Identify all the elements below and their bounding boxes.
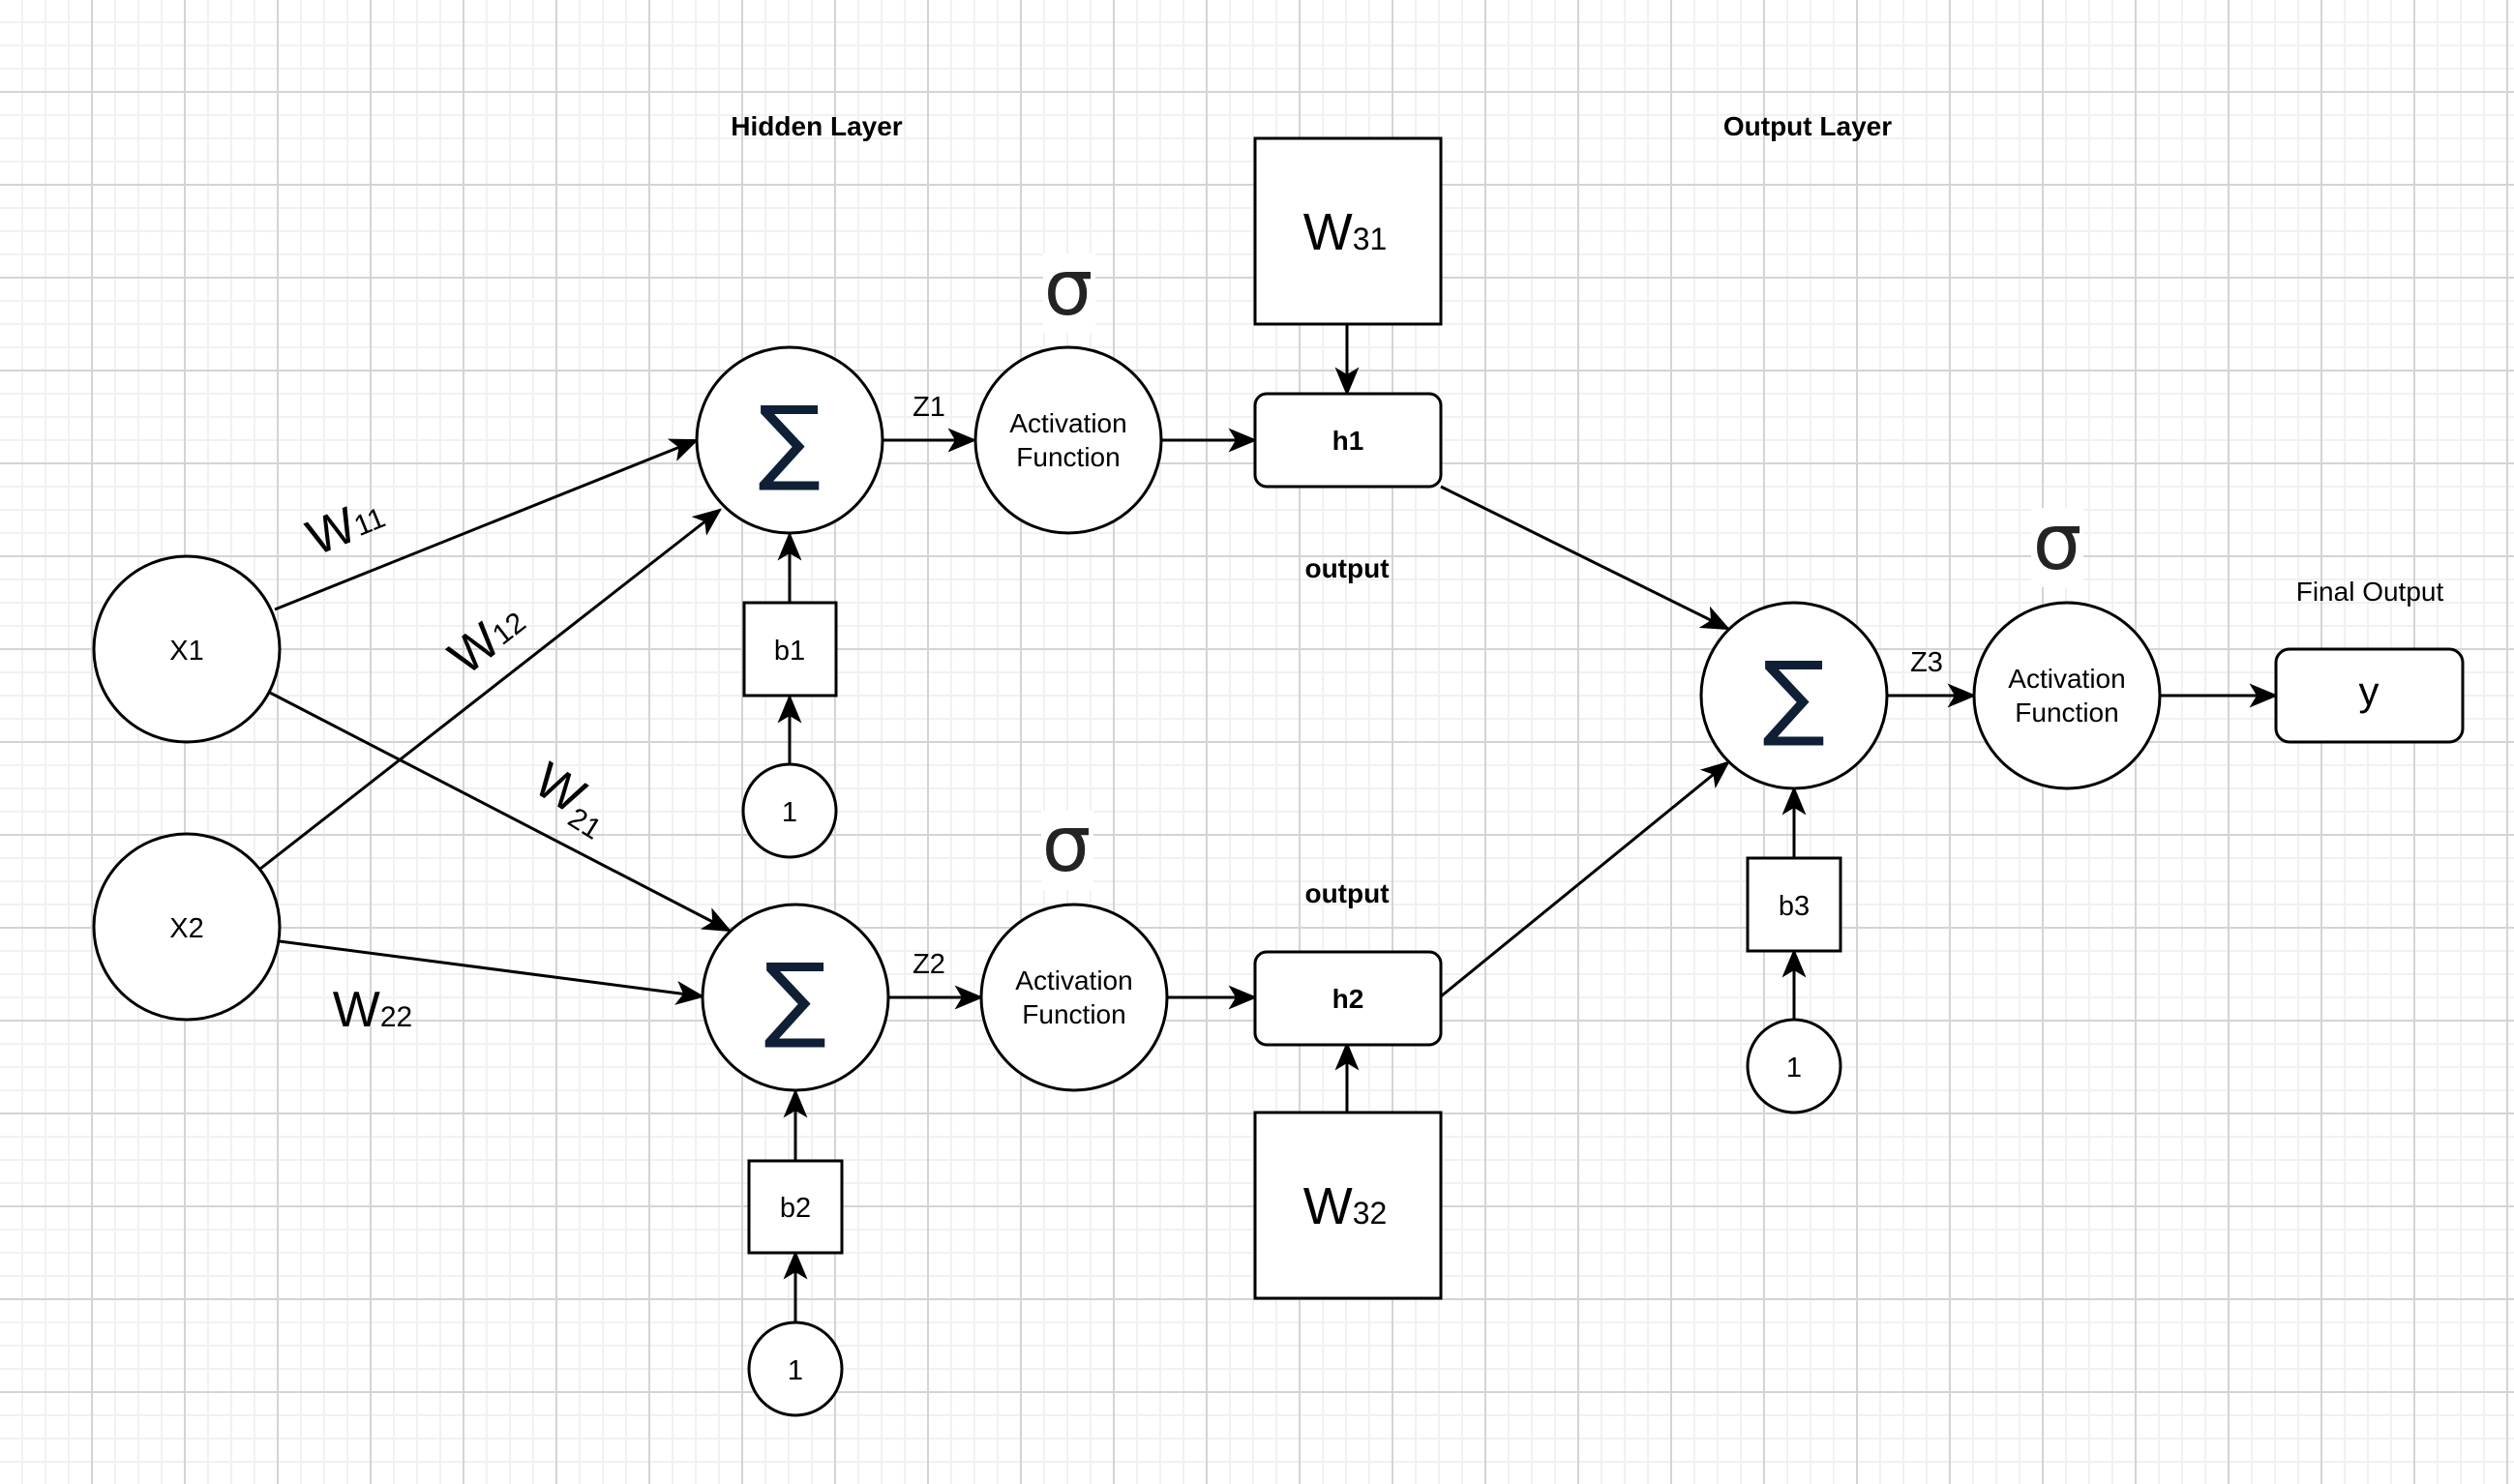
- edge-h2-sum3[interactable]: [1440, 760, 1730, 998]
- hidden-output-label-h1: h1: [1332, 426, 1364, 456]
- z1-label: Z1: [913, 392, 945, 423]
- activation-label-line1: Activation: [1015, 965, 1132, 995]
- bias-box-b1[interactable]: b1: [742, 601, 838, 697]
- z2-label: Z2: [913, 949, 945, 980]
- hidden-output-h1[interactable]: h1: [1253, 392, 1443, 489]
- output-weight-box-w32[interactable]: W32: [1253, 1111, 1443, 1300]
- activation-label-line2: Function: [1022, 999, 1125, 1029]
- activation-function-node-3[interactable]: Activation Function: [1972, 601, 2162, 790]
- z3-label: Z3: [1910, 647, 1943, 678]
- bias-input-node-1[interactable]: 1: [741, 762, 838, 859]
- svg-text:W22: W22: [333, 982, 412, 1038]
- svg-text:W11: W11: [299, 486, 392, 567]
- sigma-label-2: σ: [1041, 799, 1093, 890]
- bias-box-b3[interactable]: b3: [1746, 856, 1842, 953]
- output-layer-title: Output Layer: [1723, 111, 1892, 141]
- edge-x2-sum1[interactable]: [259, 508, 722, 871]
- bias-box-b2[interactable]: b2: [747, 1159, 844, 1255]
- sigma-icon: σ: [2033, 497, 2082, 587]
- bias-input-label: 1: [788, 1355, 803, 1386]
- final-output-title: Final Output: [2296, 577, 2444, 607]
- bias-label-b3: b3: [1779, 891, 1810, 922]
- activation-function-node-2[interactable]: Activation Function: [979, 903, 1169, 1092]
- input-label-x1: X1: [169, 636, 203, 667]
- bias-input-label: 1: [1786, 1053, 1802, 1083]
- input-node-x1[interactable]: X1: [92, 554, 282, 744]
- diagram-canvas: Hidden Layer Output Layer Final Output o…: [0, 0, 2514, 1484]
- input-node-x2[interactable]: X2: [92, 832, 282, 1022]
- bias-input-label: 1: [782, 797, 797, 828]
- hidden-output-label-h2: h2: [1332, 984, 1364, 1014]
- summation-node-1[interactable]: ∑: [695, 345, 884, 535]
- summation-node-2[interactable]: ∑: [701, 903, 890, 1092]
- summation-icon: ∑: [1763, 641, 1826, 750]
- weight-label-w11: W11: [299, 486, 392, 567]
- weight-label-w22: W22: [333, 982, 412, 1038]
- bias-label-b1: b1: [774, 636, 805, 667]
- hidden-layer-title: Hidden Layer: [731, 111, 902, 141]
- bias-input-node-2[interactable]: 1: [747, 1321, 844, 1417]
- hidden-output-label-top: output: [1304, 553, 1389, 583]
- bias-input-node-3[interactable]: 1: [1746, 1018, 1842, 1114]
- final-output-label: y: [2359, 668, 2379, 714]
- hidden-output-label-bottom: output: [1304, 878, 1389, 908]
- sigma-icon: σ: [1044, 243, 1093, 333]
- final-output-node-y[interactable]: y: [2274, 647, 2465, 744]
- sigma-label-1: σ: [1043, 243, 1095, 333]
- sigma-label-3: σ: [2031, 497, 2083, 587]
- activation-label-line2: Function: [2015, 697, 2118, 727]
- summation-icon: ∑: [764, 943, 827, 1052]
- summation-icon: ∑: [759, 386, 822, 494]
- bias-label-b2: b2: [780, 1193, 811, 1224]
- edge-h1-sum3[interactable]: [1440, 485, 1731, 631]
- activation-label-line1: Activation: [1009, 408, 1126, 438]
- hidden-output-h2[interactable]: h2: [1253, 950, 1443, 1047]
- sigma-icon: σ: [1042, 799, 1092, 889]
- summation-node-3[interactable]: ∑: [1699, 601, 1889, 790]
- activation-function-node-1[interactable]: Activation Function: [973, 345, 1163, 535]
- activation-label-line1: Activation: [2008, 664, 2125, 694]
- input-label-x2: X2: [169, 913, 203, 944]
- activation-label-line2: Function: [1016, 442, 1120, 472]
- output-weight-box-w31[interactable]: W31: [1253, 136, 1443, 326]
